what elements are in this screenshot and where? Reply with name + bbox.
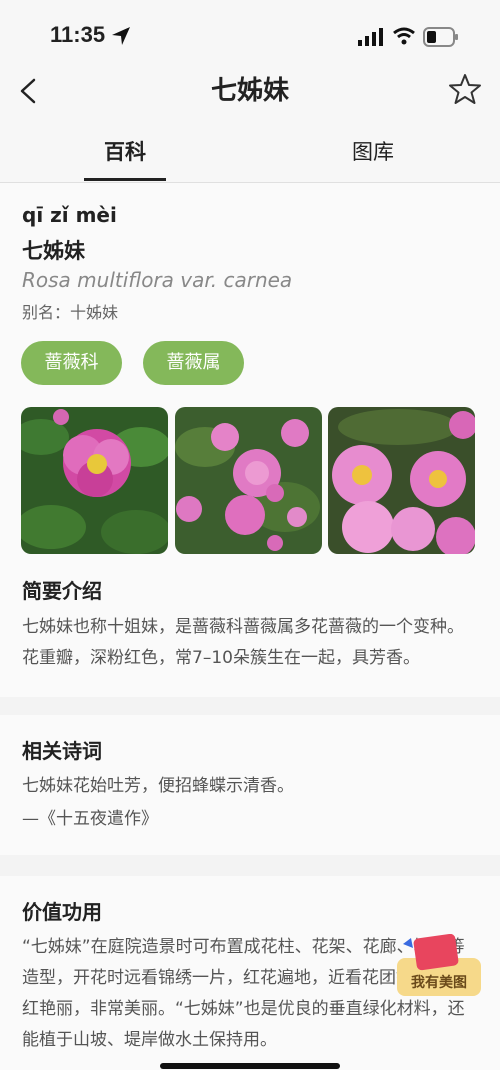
genus-tag[interactable]: 蔷薇属 bbox=[143, 341, 244, 385]
brief-intro-title: 简要介绍 bbox=[22, 579, 102, 603]
poetry-card: 相关诗词 七姊妹花始吐芳，便招蜂蝶示清香。 —《十五夜遣作》 bbox=[0, 715, 500, 855]
pinyin-text: qī zǐ mèi bbox=[22, 203, 117, 227]
favorite-star-icon[interactable] bbox=[448, 72, 482, 106]
poetry-line: 七姊妹花始吐芳，便招蜂蝶示清香。 bbox=[22, 776, 294, 796]
family-tag[interactable]: 蔷薇科 bbox=[21, 341, 122, 385]
alias-text: 别名：十姊妹 bbox=[22, 303, 119, 322]
value-title: 价值功用 bbox=[22, 900, 102, 924]
battery-icon bbox=[423, 27, 458, 47]
rose-photo-3[interactable] bbox=[328, 407, 475, 554]
nav-bar: 七姊妹 bbox=[0, 60, 500, 120]
signal-icon bbox=[358, 28, 383, 46]
status-time: 11:35 bbox=[50, 22, 106, 47]
poetry-title: 相关诗词 bbox=[22, 739, 102, 763]
home-indicator bbox=[160, 1063, 340, 1069]
plant-name: 七姊妹 bbox=[22, 239, 85, 263]
latin-name: Rosa multiflora var. carnea bbox=[22, 268, 293, 292]
location-arrow-icon bbox=[112, 27, 130, 45]
active-tab-indicator bbox=[84, 178, 166, 181]
poetry-source: —《十五夜遣作》 bbox=[22, 809, 158, 829]
rose-photo-1[interactable] bbox=[21, 407, 168, 554]
tab-encyclopedia[interactable]: 百科 bbox=[104, 136, 146, 166]
share-photo-badge[interactable]: 我有美图 bbox=[393, 933, 485, 1000]
badge-label: 我有美图 bbox=[411, 975, 467, 991]
tab-gallery[interactable]: 图库 bbox=[352, 136, 394, 166]
wifi-icon bbox=[393, 27, 415, 45]
brief-intro-text: 七姊妹也称十姐妹，是蔷薇科蔷薇属多花蔷薇的一个变种。花重瓣，深粉红色，常7–10… bbox=[22, 617, 464, 668]
page-title: 七姊妹 bbox=[210, 76, 289, 106]
intro-card: qī zǐ mèi 七姊妹 Rosa multiflora var. carne… bbox=[0, 183, 500, 697]
tab-bar: 百科 图库 bbox=[0, 120, 500, 183]
rose-photo-2[interactable] bbox=[175, 407, 322, 554]
